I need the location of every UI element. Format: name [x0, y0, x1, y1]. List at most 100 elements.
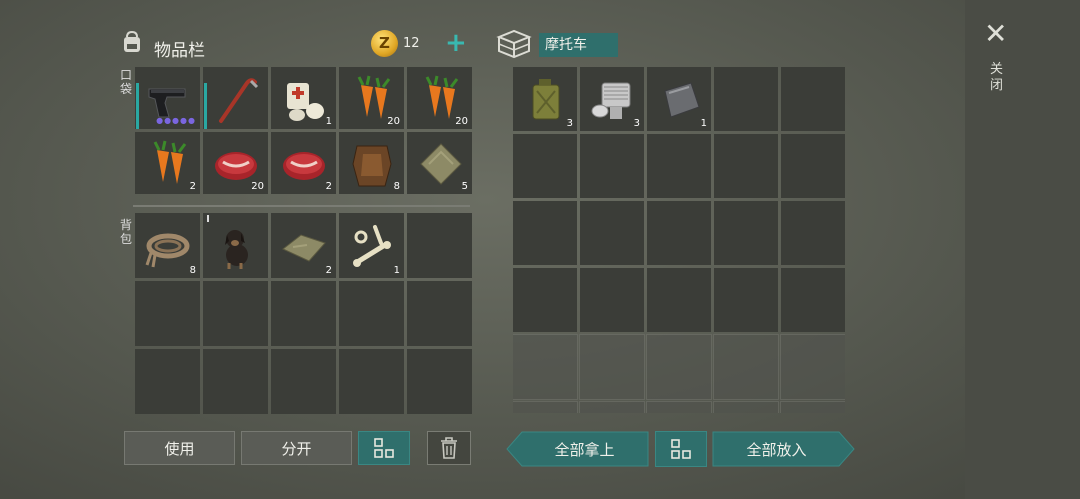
coin-icon: Z	[371, 30, 398, 57]
pocket-slot[interactable]: 2	[271, 132, 336, 194]
pocket-slot[interactable]	[203, 67, 268, 129]
backpack-slot[interactable]	[271, 281, 336, 346]
trash-button[interactable]	[427, 431, 471, 465]
container-grid: 3 3 1	[513, 67, 845, 413]
backpack-slot[interactable]: 1	[339, 213, 404, 278]
locked-slot	[713, 401, 779, 413]
backpack-icon	[124, 30, 140, 52]
backpack-slot[interactable]	[271, 349, 336, 414]
slot-count: 8	[189, 265, 196, 276]
storage-icon	[496, 29, 532, 59]
container-slot[interactable]	[781, 67, 845, 131]
leather-icon	[352, 145, 392, 187]
close-icon[interactable]: ✕	[984, 20, 1007, 48]
pocket-slot[interactable]: 8	[339, 132, 404, 194]
sort-grid-icon	[374, 438, 394, 458]
trash-icon	[441, 437, 457, 459]
backpack-slot[interactable]	[407, 213, 472, 278]
backpack-slot[interactable]	[135, 281, 200, 346]
slot-count: 1	[700, 118, 707, 129]
pocket-slot[interactable]: 20	[339, 67, 404, 129]
container-slot[interactable]	[513, 268, 577, 332]
backpack-slot[interactable]	[203, 349, 268, 414]
container-slot[interactable]: 1	[647, 67, 711, 131]
container-slot[interactable]	[647, 201, 711, 265]
container-slot[interactable]	[580, 268, 644, 332]
container-slot[interactable]	[781, 134, 845, 198]
pocket-slot[interactable]: 2	[135, 132, 200, 194]
container-slot[interactable]	[513, 201, 577, 265]
slot-count: 3	[633, 118, 640, 129]
container-slot[interactable]	[513, 134, 577, 198]
engine-part-icon	[591, 82, 631, 119]
container-slot[interactable]	[781, 201, 845, 265]
backpack-slot[interactable]	[407, 281, 472, 346]
container-slot[interactable]	[647, 134, 711, 198]
locked-slot	[513, 334, 578, 400]
slot-count: 2	[325, 265, 332, 276]
gas-can-icon	[532, 79, 560, 120]
backpack-slot[interactable]	[203, 213, 268, 278]
backpack-slot[interactable]	[339, 349, 404, 414]
sort-container-button[interactable]	[655, 431, 707, 467]
put-all-button[interactable]: 全部放入	[712, 431, 841, 467]
slot-count: 3	[566, 118, 573, 129]
pocket-slot[interactable]: 20	[203, 132, 268, 194]
container-slot[interactable]	[714, 67, 778, 131]
durability-bar	[136, 83, 139, 129]
slot-marker	[207, 215, 209, 222]
container-slot[interactable]	[714, 134, 778, 198]
backpack-slot[interactable]	[407, 349, 472, 414]
close-label[interactable]: 关闭	[990, 62, 1006, 94]
locked-slot	[579, 401, 645, 413]
container-slot[interactable]: 3	[580, 67, 644, 131]
locked-slot	[579, 334, 645, 400]
container-slot[interactable]	[580, 134, 644, 198]
container-slot[interactable]	[781, 268, 845, 332]
coin-count: 12	[403, 36, 420, 51]
pocket-slot[interactable]: 20	[407, 67, 472, 129]
slot-count: 8	[393, 181, 400, 192]
slot-count: 20	[251, 181, 264, 192]
add-coins-button[interactable]: +	[445, 30, 467, 56]
durability-bar	[204, 83, 207, 129]
locked-slot	[646, 401, 712, 413]
backpack-slot[interactable]	[339, 281, 404, 346]
rope-icon	[145, 233, 190, 268]
slot-count: 2	[189, 181, 196, 192]
pocket-slot[interactable]: ●●●●●	[135, 67, 200, 129]
slot-count: 2	[325, 181, 332, 192]
attachment-dots: ●●●●●	[156, 116, 196, 125]
pocket-slot[interactable]: 5	[407, 132, 472, 194]
backpack-slot[interactable]: 2	[271, 213, 336, 278]
container-slot[interactable]	[714, 201, 778, 265]
locked-slot	[780, 334, 845, 400]
container-slot[interactable]	[647, 268, 711, 332]
use-button[interactable]: 使用	[124, 431, 235, 465]
slot-count: 5	[461, 181, 468, 192]
backpack-slot[interactable]: 8	[135, 213, 200, 278]
take-all-button[interactable]: 全部拿上	[520, 431, 649, 467]
slot-count: 20	[387, 116, 400, 127]
bandage-icon	[287, 83, 324, 121]
container-slot[interactable]: 3	[513, 67, 577, 131]
pocket-slot[interactable]: 1	[271, 67, 336, 129]
section-divider	[133, 205, 470, 207]
carrot-icon	[153, 140, 187, 184]
locked-slot	[780, 401, 845, 413]
locked-slot	[713, 334, 779, 400]
locked-slot	[646, 334, 712, 400]
locked-slot	[513, 401, 578, 413]
slot-count: 20	[455, 116, 468, 127]
puppy-icon	[225, 230, 248, 269]
split-button[interactable]: 分开	[241, 431, 352, 465]
bones-icon	[353, 225, 391, 267]
container-slot[interactable]	[580, 201, 644, 265]
backpack-slot[interactable]	[203, 281, 268, 346]
backpack-slot[interactable]	[135, 349, 200, 414]
slot-count: 1	[325, 116, 332, 127]
container-slot[interactable]	[714, 268, 778, 332]
cloth-icon	[282, 234, 326, 262]
pocket-grid: ●●●●● 1 20 20 2 20 2 8 5	[135, 67, 472, 194]
sort-inventory-button[interactable]	[358, 431, 410, 465]
